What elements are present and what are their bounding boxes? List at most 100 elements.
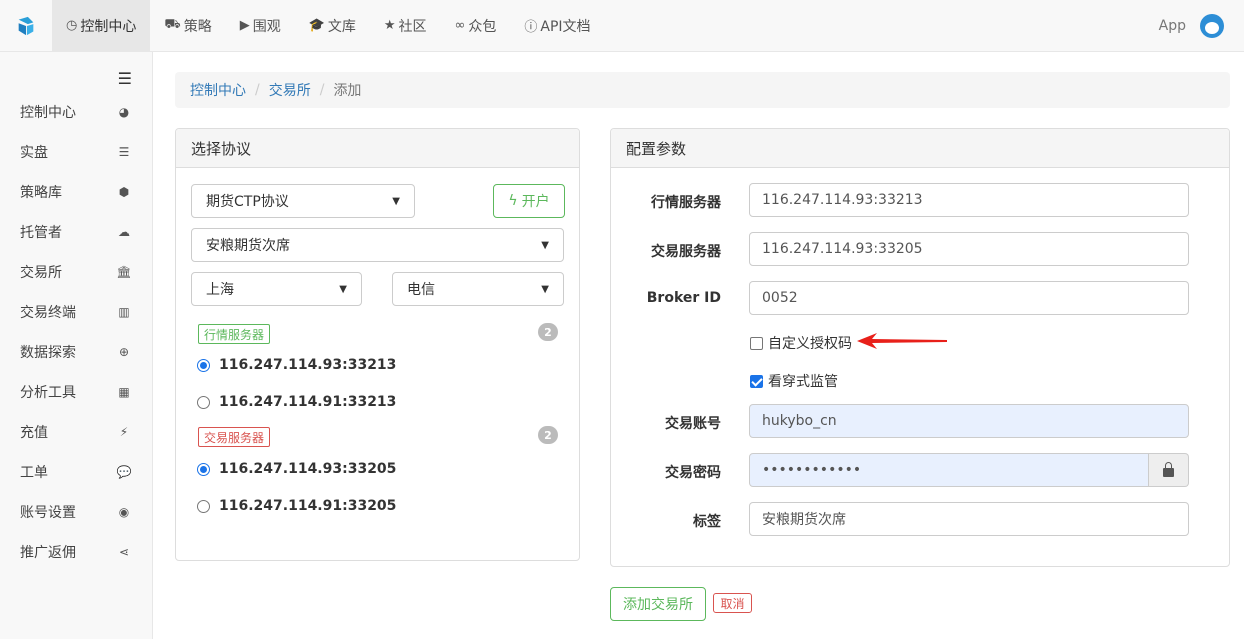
nav-right: App [1145, 0, 1244, 51]
open-account-button[interactable]: ϟ 开户 [493, 184, 565, 218]
red-arrow-icon [857, 333, 947, 349]
sidebar-item-analysis[interactable]: 分析工具 ▦ [0, 372, 152, 412]
top-navbar: ◷ 控制中心 ⛟ 策略 ▶ 围观 🎓 文库 ★ 社区 ∞ 众包 ⓘ API文档 … [0, 0, 1244, 52]
avatar[interactable] [1200, 13, 1224, 38]
cancel-button[interactable]: 取消 [713, 593, 752, 613]
sidebar-item-recharge[interactable]: 充值 ⚡ [0, 412, 152, 452]
panel-title: 选择协议 [176, 129, 579, 168]
password-addon[interactable] [1149, 453, 1189, 487]
sidebar-item-label: 充值 [20, 425, 48, 441]
password-input[interactable]: •••••••••••• [749, 453, 1149, 487]
sidebar-item-terminal[interactable]: 交易终端 ▥ [0, 292, 152, 332]
nav-crowdsource[interactable]: ∞ 众包 [441, 0, 511, 51]
panel-title: 配置参数 [611, 129, 1229, 168]
nav-api-docs[interactable]: ⓘ API文档 [510, 0, 604, 51]
server-icon: ☰ [118, 145, 130, 159]
sidebar-item-live[interactable]: 实盘 ☰ [0, 132, 152, 172]
server-address: 116.247.114.93:33213 [219, 357, 397, 373]
sidebar-item-custodian[interactable]: 托管者 ☁ [0, 212, 152, 252]
sidebar-item-referral[interactable]: 推广返佣 ⋖ [0, 532, 152, 572]
server-address: 116.247.114.91:33205 [219, 498, 397, 514]
caret-down-icon: ▼ [541, 239, 549, 251]
breadcrumb-separator: / [319, 82, 325, 98]
user-circle-icon: ◉ [118, 505, 130, 519]
chevron-down-icon: ▼ [392, 195, 400, 207]
sidebar-item-label: 控制中心 [20, 105, 76, 121]
nav-library[interactable]: 🎓 文库 [295, 0, 370, 51]
trade-server-option[interactable]: 116.247.114.91:33205 [197, 498, 396, 514]
nav-label: 社区 [398, 18, 427, 35]
sidebar-item-data-explore[interactable]: 数据探索 ⊕ [0, 332, 152, 372]
zoom-icon: ⊕ [118, 345, 130, 359]
trade-server-option[interactable]: 116.247.114.93:33205 [197, 461, 396, 477]
broker-select-value: 安粮期货次席 [206, 238, 290, 254]
sidebar-item-label: 工单 [20, 465, 48, 481]
market-server-option[interactable]: 116.247.114.93:33213 [197, 357, 396, 373]
market-server-count-badge: 2 [538, 323, 558, 341]
penetration-checkbox-row[interactable]: 看穿式监管 [750, 371, 838, 391]
trade-server-label: 交易服务器 [651, 244, 721, 260]
protocol-select-value: 期货CTP协议 [206, 194, 289, 210]
share-icon: ⋖ [118, 545, 130, 559]
sidebar-item-strategies[interactable]: 策略库 ⬢ [0, 172, 152, 212]
breadcrumb-current: 添加 [333, 83, 362, 99]
radio-unchecked[interactable] [197, 395, 210, 409]
broker-id-input[interactable]: 0052 [749, 281, 1189, 315]
trade-server-input[interactable]: 116.247.114.93:33205 [749, 232, 1189, 266]
nav-watch[interactable]: ▶ 围观 [226, 0, 295, 51]
broker-select[interactable]: 安粮期货次席 ▼ [191, 228, 564, 262]
radio-checked[interactable] [197, 358, 210, 372]
protocol-panel: 选择协议 期货CTP协议 ▼ ϟ 开户 安粮期货次席 ▼ 上海 ▼ 电信 ▼ 行… [175, 128, 580, 561]
radio-unchecked[interactable] [197, 499, 210, 513]
hamburger-menu-icon[interactable]: ☰ [118, 69, 132, 88]
sidebar-item-label: 交易所 [20, 265, 62, 281]
cloud-icon: ☁ [118, 225, 130, 239]
open-account-label: 开户 [521, 194, 550, 210]
protocol-select[interactable]: 期货CTP协议 ▼ [191, 184, 415, 218]
tag-input[interactable]: 安粮期货次席 [749, 502, 1189, 536]
dashboard-icon: ◕ [118, 105, 130, 119]
radio-checked[interactable] [197, 462, 210, 476]
nav-label: 策略 [183, 18, 212, 35]
plug-icon: ⚡ [119, 425, 129, 439]
sidebar-item-tickets[interactable]: 工单 💬 [0, 452, 152, 492]
comment-icon: 💬 [116, 465, 132, 479]
market-server-option[interactable]: 116.247.114.91:33213 [197, 394, 396, 410]
breadcrumb-exchange[interactable]: 交易所 [269, 80, 311, 100]
server-address: 116.247.114.93:33205 [219, 461, 397, 477]
custom-auth-label: 自定义授权码 [768, 336, 852, 352]
add-exchange-button[interactable]: 添加交易所 [610, 587, 706, 621]
nav-community[interactable]: ★ 社区 [370, 0, 441, 51]
chevron-down-icon: ▼ [339, 283, 347, 295]
penetration-checkbox[interactable] [750, 374, 763, 388]
brand-logo[interactable] [0, 0, 52, 51]
play-circle-icon: ▶ [239, 18, 250, 33]
nav-label: API文档 [540, 18, 591, 35]
sidebar-item-label: 数据探索 [20, 345, 76, 361]
sidebar-item-label: 托管者 [20, 225, 62, 241]
breadcrumb-dashboard[interactable]: 控制中心 [190, 80, 246, 100]
calculator-icon: ▦ [118, 385, 130, 399]
carrier-select[interactable]: 电信 ▼ [392, 272, 564, 306]
nav-label: 众包 [468, 18, 497, 35]
nav-strategy[interactable]: ⛟ 策略 [150, 0, 225, 51]
sidebar-item-dashboard[interactable]: 控制中心 ◕ [0, 92, 152, 132]
info-icon: ⓘ [524, 20, 538, 35]
custom-auth-checkbox[interactable] [750, 336, 763, 350]
app-link[interactable]: App [1145, 18, 1200, 34]
password-label: 交易密码 [665, 465, 721, 481]
glasses-icon: ∞ [454, 18, 466, 33]
custom-auth-checkbox-row[interactable]: 自定义授权码 [750, 333, 852, 353]
sidebar-item-exchange[interactable]: 交易所 🏛 [0, 252, 152, 292]
carrier-select-value: 电信 [407, 282, 435, 298]
sidebar-item-label: 交易终端 [20, 305, 76, 321]
breadcrumb-separator: / [255, 82, 260, 98]
market-server-input[interactable]: 116.247.114.93:33213 [749, 183, 1189, 217]
sidebar-item-account[interactable]: 账号设置 ◉ [0, 492, 152, 532]
cube-icon: ⬢ [118, 185, 130, 199]
account-input[interactable]: hukybo_cn [749, 404, 1189, 438]
star-icon: ★ [383, 18, 396, 33]
nav-dashboard[interactable]: ◷ 控制中心 [52, 0, 151, 51]
sidebar-item-label: 实盘 [20, 145, 48, 161]
region-select[interactable]: 上海 ▼ [191, 272, 362, 306]
